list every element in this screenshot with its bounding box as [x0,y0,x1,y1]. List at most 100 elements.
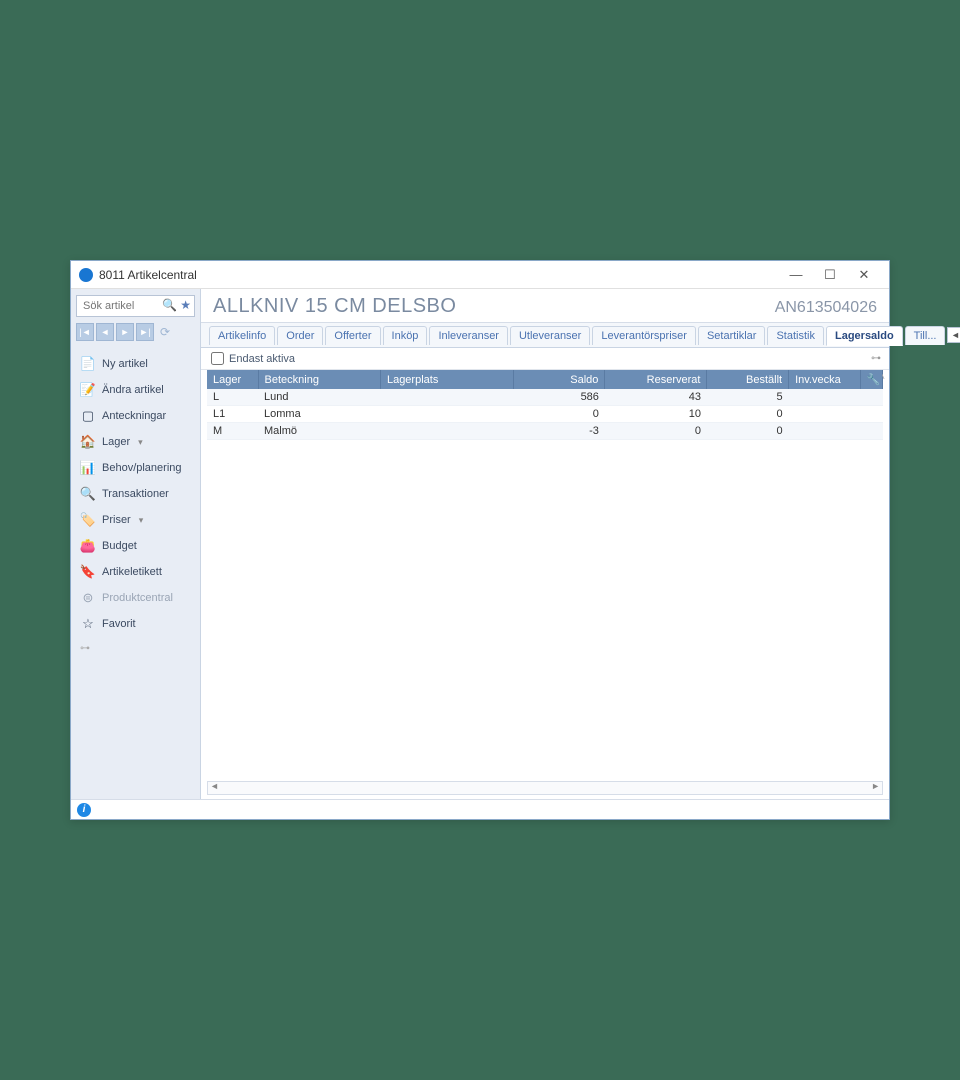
cell: 0 [605,423,707,440]
tab-order[interactable]: Order [277,326,323,345]
cell [789,406,860,423]
sidebar-icon: ⊜ [80,590,96,606]
first-record-button[interactable]: |◄ [76,323,94,341]
tab-artikelinfo[interactable]: Artikelinfo [209,326,275,345]
cell: -3 [513,423,605,440]
sidebar-item-label: Transaktioner [102,488,169,500]
next-record-button[interactable]: ► [116,323,134,341]
sidebar-item-priser[interactable]: 🏷️Priser▾ [76,507,195,533]
sidebar-icon: 🏷️ [80,512,96,528]
app-window: 8011 Artikelcentral — ☐ ✕ 🔍 ★ |◄ ◄ ► ►| … [70,260,890,820]
sidebar-item-label: Ny artikel [102,358,148,370]
sidebar-icon: ☆ [80,616,96,632]
cell: 43 [605,389,707,406]
cell: M [207,423,258,440]
cell: L [207,389,258,406]
sidebar-icon: ▢ [80,408,96,424]
table-row[interactable]: LLund586435 [207,389,883,406]
col-best-llt[interactable]: Beställt [707,370,789,389]
cell [380,389,513,406]
tab-utleveranser[interactable]: Utleveranser [510,326,590,345]
sidebar-item-ny-artikel[interactable]: 📄 Ny artikel [76,351,195,377]
cell [860,389,883,406]
tab-setartiklar[interactable]: Setartiklar [698,326,766,345]
record-nav: |◄ ◄ ► ►| ⟳ [76,323,195,341]
table-row[interactable]: L1Lomma 0100 [207,406,883,423]
main-pane: ALLKNIV 15 CM DELSBO AN613504026 Artikel… [201,289,889,799]
cell [860,423,883,440]
statusbar: i [71,799,889,819]
chevron-down-icon: ▾ [139,515,144,526]
sidebar-item-favorit[interactable]: ☆ Favorit [76,611,195,637]
cell [789,389,860,406]
sidebar-icon: 📝 [80,382,96,398]
col-tools[interactable]: 🔧 [860,370,883,389]
search-icon[interactable]: 🔍 [162,298,177,312]
info-icon[interactable]: i [77,803,91,817]
cell [380,423,513,440]
col-lagerplats[interactable]: Lagerplats [380,370,513,389]
sidebar-item-label: Lager [102,436,130,448]
sidebar-item-label: Anteckningar [102,410,166,422]
sidebar-icon: 📊 [80,460,96,476]
sidebar-item-lager[interactable]: 🏠 Lager ▾ [76,429,195,455]
col-beteckning[interactable]: Beteckning [258,370,380,389]
sidebar: 🔍 ★ |◄ ◄ ► ►| ⟳ 📄 Ny artikel 📝Ändra artike… [71,289,201,799]
tab-leverant-rspriser[interactable]: Leverantörspriser [592,326,696,345]
sidebar-item-behov-planering[interactable]: 📊 Behov/planering [76,455,195,481]
tab-lagersaldo[interactable]: Lagersaldo [826,326,903,346]
sidebar-expand-icon[interactable]: ⊶ [76,639,195,654]
maximize-button[interactable]: ☐ [813,261,847,289]
table-row[interactable]: MMalmö-300 [207,423,883,440]
cell [860,406,883,423]
col-saldo[interactable]: Saldo [513,370,605,389]
cell: 0 [707,423,789,440]
sidebar-item-artikeletikett[interactable]: 🔖Artikeletikett [76,559,195,585]
cell: 10 [605,406,707,423]
sidebar-icon: 📄 [80,356,96,372]
tab-inleveranser[interactable]: Inleveranser [429,326,508,345]
sidebar-item--ndra-artikel[interactable]: 📝Ändra artikel [76,377,195,403]
col-inv-vecka[interactable]: Inv.vecka [789,370,860,389]
sidebar-icon: 🏠 [80,434,96,450]
only-active-checkbox[interactable] [211,352,224,365]
page-title: ALLKNIV 15 CM DELSBO [213,295,456,318]
minimize-button[interactable]: — [779,261,813,289]
refresh-button[interactable]: ⟳ [156,323,174,341]
cell: Malmö [258,423,380,440]
filter-bar: Endast aktiva ⊶ [201,348,889,370]
col-reserverat[interactable]: Reserverat [605,370,707,389]
sidebar-icon: 🔖 [80,564,96,580]
sidebar-icon: 🔍 [80,486,96,502]
col-lager[interactable]: Lager [207,370,258,389]
cell: 5 [707,389,789,406]
cell: 0 [513,406,605,423]
last-record-button[interactable]: ►| [136,323,154,341]
sidebar-item-label: Behov/planering [102,462,182,474]
cell: 0 [707,406,789,423]
prev-record-button[interactable]: ◄ [96,323,114,341]
sidebar-item-transaktioner[interactable]: 🔍 Transaktioner [76,481,195,507]
favorite-icon[interactable]: ★ [180,298,191,312]
sidebar-item-label: Favorit [102,618,136,630]
tab-offerter[interactable]: Offerter [325,326,380,345]
only-active-label: Endast aktiva [229,353,295,365]
cell: Lund [258,389,380,406]
horizontal-scrollbar[interactable] [207,781,883,795]
cell [789,423,860,440]
cell: L1 [207,406,258,423]
stock-table: LagerBeteckningLagerplatsSaldoReserverat… [207,370,883,440]
close-button[interactable]: ✕ [847,261,881,289]
tab-ink-p[interactable]: Inköp [383,326,428,345]
sidebar-item-produktcentral[interactable]: ⊜Produktcentral [76,585,195,611]
tab-scroll-left-button[interactable]: ◄ [947,327,960,343]
pin-icon[interactable]: ⊶ [871,353,881,364]
chevron-down-icon: ▾ [138,437,143,448]
tab-statistik[interactable]: Statistik [767,326,824,345]
sidebar-item-anteckningar[interactable]: ▢ Anteckningar [76,403,195,429]
header: ALLKNIV 15 CM DELSBO AN613504026 [201,289,889,322]
cell: Lomma [258,406,380,423]
tab-till-[interactable]: Till... [905,326,946,345]
sidebar-item-budget[interactable]: 👛Budget [76,533,195,559]
titlebar: 8011 Artikelcentral — ☐ ✕ [71,261,889,289]
